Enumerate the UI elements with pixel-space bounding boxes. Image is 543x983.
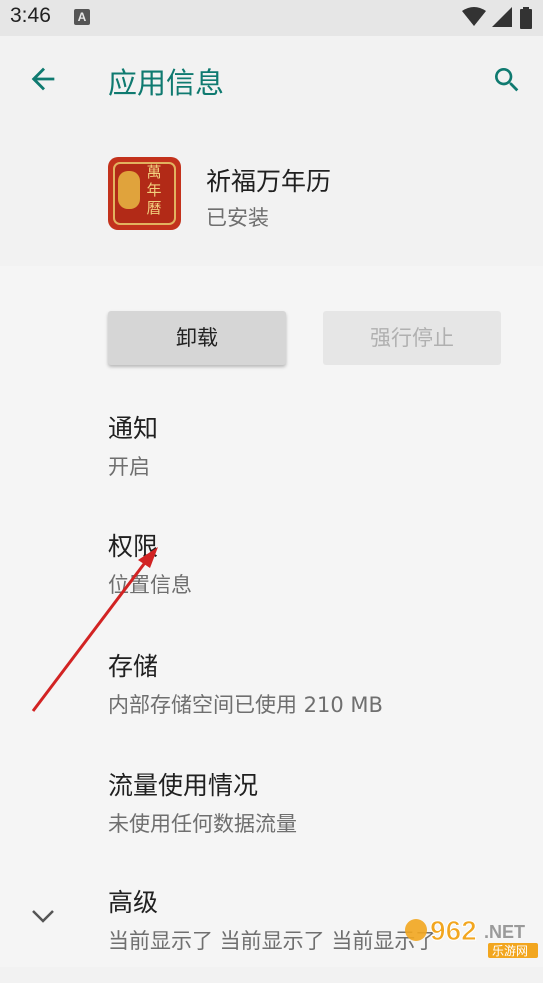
setting-summary: 开启 — [108, 455, 150, 479]
back-button[interactable] — [26, 62, 60, 96]
setting-item-permissions[interactable]: 权限 位置信息 — [0, 527, 543, 627]
settings-content: 卸载 强行停止 通知 开启 权限 位置信息 存储 内部存储空间已使用 210 M… — [0, 266, 543, 967]
arrow-left-icon — [31, 67, 55, 91]
svg-text:乐游网: 乐游网 — [492, 944, 528, 958]
setting-title: 流量使用情况 — [108, 771, 259, 800]
setting-item-data-usage[interactable]: 流量使用情况 未使用任何数据流量 — [0, 766, 543, 866]
setting-title: 通知 — [108, 414, 159, 443]
setting-title: 高级 — [108, 888, 159, 917]
setting-summary: 位置信息 — [108, 573, 192, 597]
app-header: 萬 年 曆 祈福万年历 已安装 — [0, 122, 543, 266]
app-install-status: 已安装 — [206, 206, 269, 230]
setting-summary: 当前显示了 当前显示了 当前显示了 — [108, 929, 437, 953]
search-icon — [495, 68, 519, 92]
signal-icon — [492, 7, 512, 27]
app-bar: 应用信息 — [0, 36, 543, 122]
site-watermark: 962 .NET 乐游网 — [405, 915, 538, 958]
force-stop-button[interactable]: 强行停止 — [323, 311, 501, 365]
app-icon: 萬 年 曆 — [108, 157, 181, 230]
status-time: 3:46 — [10, 4, 51, 27]
setting-summary: 未使用任何数据流量 — [108, 812, 297, 836]
svg-text:.NET: .NET — [484, 922, 525, 942]
battery-icon — [520, 7, 532, 29]
setting-title: 权限 — [108, 532, 159, 561]
setting-title: 存储 — [108, 652, 159, 681]
svg-text:962: 962 — [430, 915, 477, 946]
notification-icon: A — [74, 9, 90, 25]
setting-item-notifications[interactable]: 通知 开启 — [0, 409, 543, 509]
setting-item-storage[interactable]: 存储 内部存储空间已使用 210 MB — [0, 647, 543, 747]
app-name: 祈福万年历 — [206, 167, 332, 196]
wifi-icon — [462, 7, 486, 26]
setting-summary: 内部存储空间已使用 210 MB — [108, 693, 383, 717]
search-button[interactable] — [491, 64, 523, 96]
chevron-down-icon[interactable] — [30, 906, 56, 926]
status-bar: 3:46 A — [0, 0, 543, 36]
page-title: 应用信息 — [108, 66, 225, 100]
uninstall-button[interactable]: 卸载 — [108, 311, 286, 365]
